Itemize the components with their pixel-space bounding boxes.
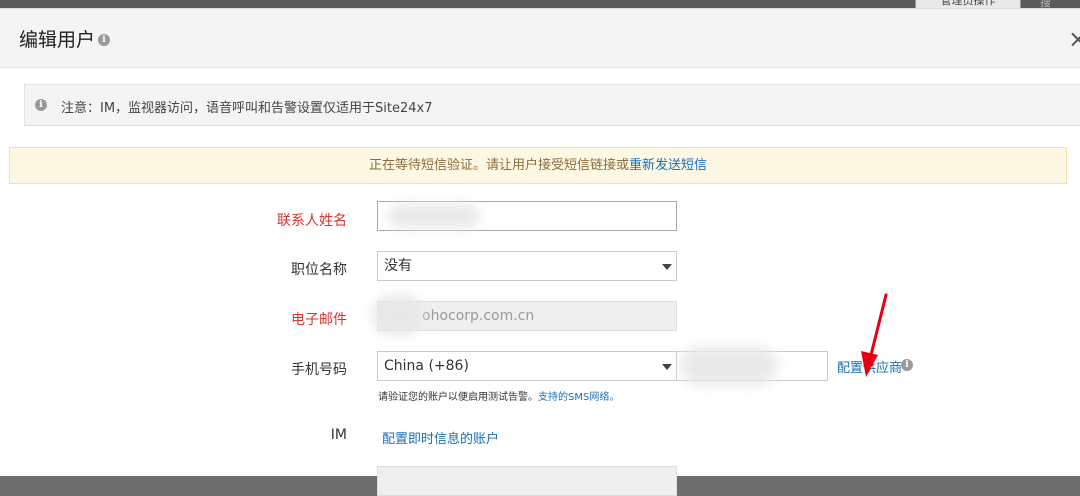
- redacted-name: [388, 204, 480, 228]
- country-code-select[interactable]: China (+86): [377, 351, 677, 381]
- dialog-title: 编辑用户: [19, 29, 96, 51]
- next-field-input: [377, 466, 677, 496]
- chevron-down-icon: [662, 364, 672, 370]
- job-title-select[interactable]: 没有: [377, 251, 677, 281]
- email-label: 电子邮件: [291, 312, 347, 328]
- redacted-phone: [680, 347, 778, 385]
- background-search[interactable]: 搜: [1040, 0, 1080, 9]
- notice-box: i 注意：IM，监视器访问，语音呼叫和告警设置仅适用于Site24x7: [24, 84, 1080, 126]
- dialog-header: 编辑用户 i ×: [0, 9, 1080, 68]
- mobile-hint: 请验证您的账户以便启用测试告警。支持的SMS网络。: [378, 388, 619, 403]
- redacted-email: [372, 295, 424, 335]
- sms-banner-text: 正在等待短信验证。请让用户接受短信链接或: [368, 158, 629, 173]
- info-icon[interactable]: i: [901, 359, 913, 371]
- edit-user-dialog: 编辑用户 i × i 注意：IM，监视器访问，语音呼叫和告警设置仅适用于Site…: [0, 8, 1080, 496]
- sms-verification-banner: 正在等待短信验证。请让用户接受短信链接或重新发送短信: [9, 147, 1067, 184]
- contact-name-label: 联系人姓名: [277, 213, 347, 229]
- red-arrow-icon: [861, 293, 888, 377]
- info-icon[interactable]: i: [98, 34, 110, 46]
- mobile-hint-text: 请验证您的账户以便启用测试告警。: [378, 392, 538, 403]
- country-code-value: China (+86): [384, 358, 469, 374]
- supported-sms-networks-link[interactable]: 支持的SMS网络。: [538, 392, 619, 403]
- im-label: IM: [330, 427, 347, 443]
- mobile-label: 手机号码: [291, 362, 347, 378]
- configure-im-link[interactable]: 配置即时信息的账户: [382, 428, 499, 447]
- notice-text: 注意：IM，监视器访问，语音呼叫和告警设置仅适用于Site24x7: [61, 101, 433, 116]
- job-title-value: 没有: [384, 258, 412, 274]
- chevron-down-icon: [662, 264, 672, 270]
- info-icon: i: [35, 99, 47, 111]
- close-icon[interactable]: ×: [1068, 25, 1080, 53]
- resend-sms-link[interactable]: 重新发送短信: [629, 158, 707, 173]
- job-title-label: 职位名称: [291, 262, 347, 278]
